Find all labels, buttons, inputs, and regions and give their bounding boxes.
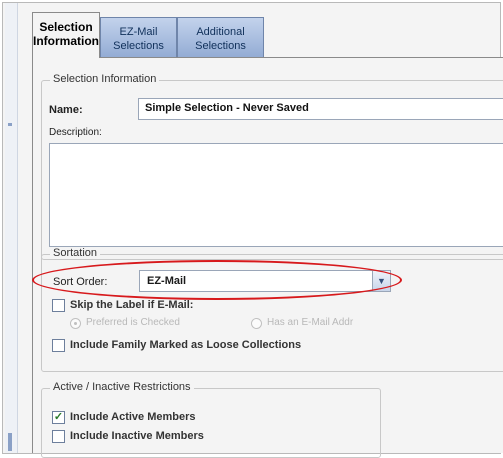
include-inactive-checkbox[interactable] [52,430,65,443]
name-input[interactable]: Simple Selection - Never Saved [138,98,503,120]
include-family-checkbox[interactable] [52,339,65,352]
tab-label-line2: Information [33,34,99,48]
description-textarea[interactable] [49,143,503,247]
skip-label-checkbox[interactable] [52,299,65,312]
left-strip [5,3,18,453]
tab-selection-information[interactable]: Selection Information [32,12,100,58]
tab-label-line1: Additional [196,26,245,38]
sortation-group: Sortation Sort Order: EZ-Mail ▼ Skip the… [41,247,503,372]
strip-marker [8,433,12,451]
name-label: Name: [49,104,83,116]
include-family-label: Include Family Marked as Loose Collectio… [70,339,302,351]
tab-ez-mail-selections[interactable]: EZ-Mail Selections [100,17,177,57]
radio-preferred-label: Preferred is Checked [86,317,180,328]
sort-order-value: EZ-Mail [147,275,187,287]
tab-bar: Selection Information EZ-Mail Selections… [32,12,502,58]
group-legend: Active / Inactive Restrictions [50,381,194,393]
radio-has-email-label: Has an E-Mail Addr [267,317,354,328]
chevron-down-icon[interactable]: ▼ [372,271,390,291]
radio-has-email[interactable] [251,318,262,329]
selection-information-group: Selection Information Name: Simple Selec… [41,73,503,260]
group-legend: Sortation [50,247,101,259]
tab-label-line2: Selections [113,40,164,52]
tab-panel: Selection Information Name: Simple Selec… [32,57,503,458]
tab-additional-selections[interactable]: Additional Selections [177,17,264,57]
tab-label-line1: Selection [39,20,93,34]
radio-preferred-checked[interactable] [70,318,81,329]
sort-order-label: Sort Order: [53,276,108,288]
group-legend: Selection Information [50,73,160,85]
include-active-checkbox[interactable]: ✓ [52,411,65,424]
sort-order-select[interactable]: EZ-Mail ▼ [139,270,391,292]
include-active-label: Include Active Members [70,411,196,423]
skip-label-text: Skip the Label if E-Mail: [70,299,194,311]
active-inactive-group: Active / Inactive Restrictions ✓ Include… [41,381,381,458]
tab-label-line1: EZ-Mail [119,26,158,38]
tab-label-line2: Selections [195,40,246,52]
strip-marker [8,123,12,126]
description-label: Description: [49,127,102,138]
include-inactive-label: Include Inactive Members [70,430,204,442]
